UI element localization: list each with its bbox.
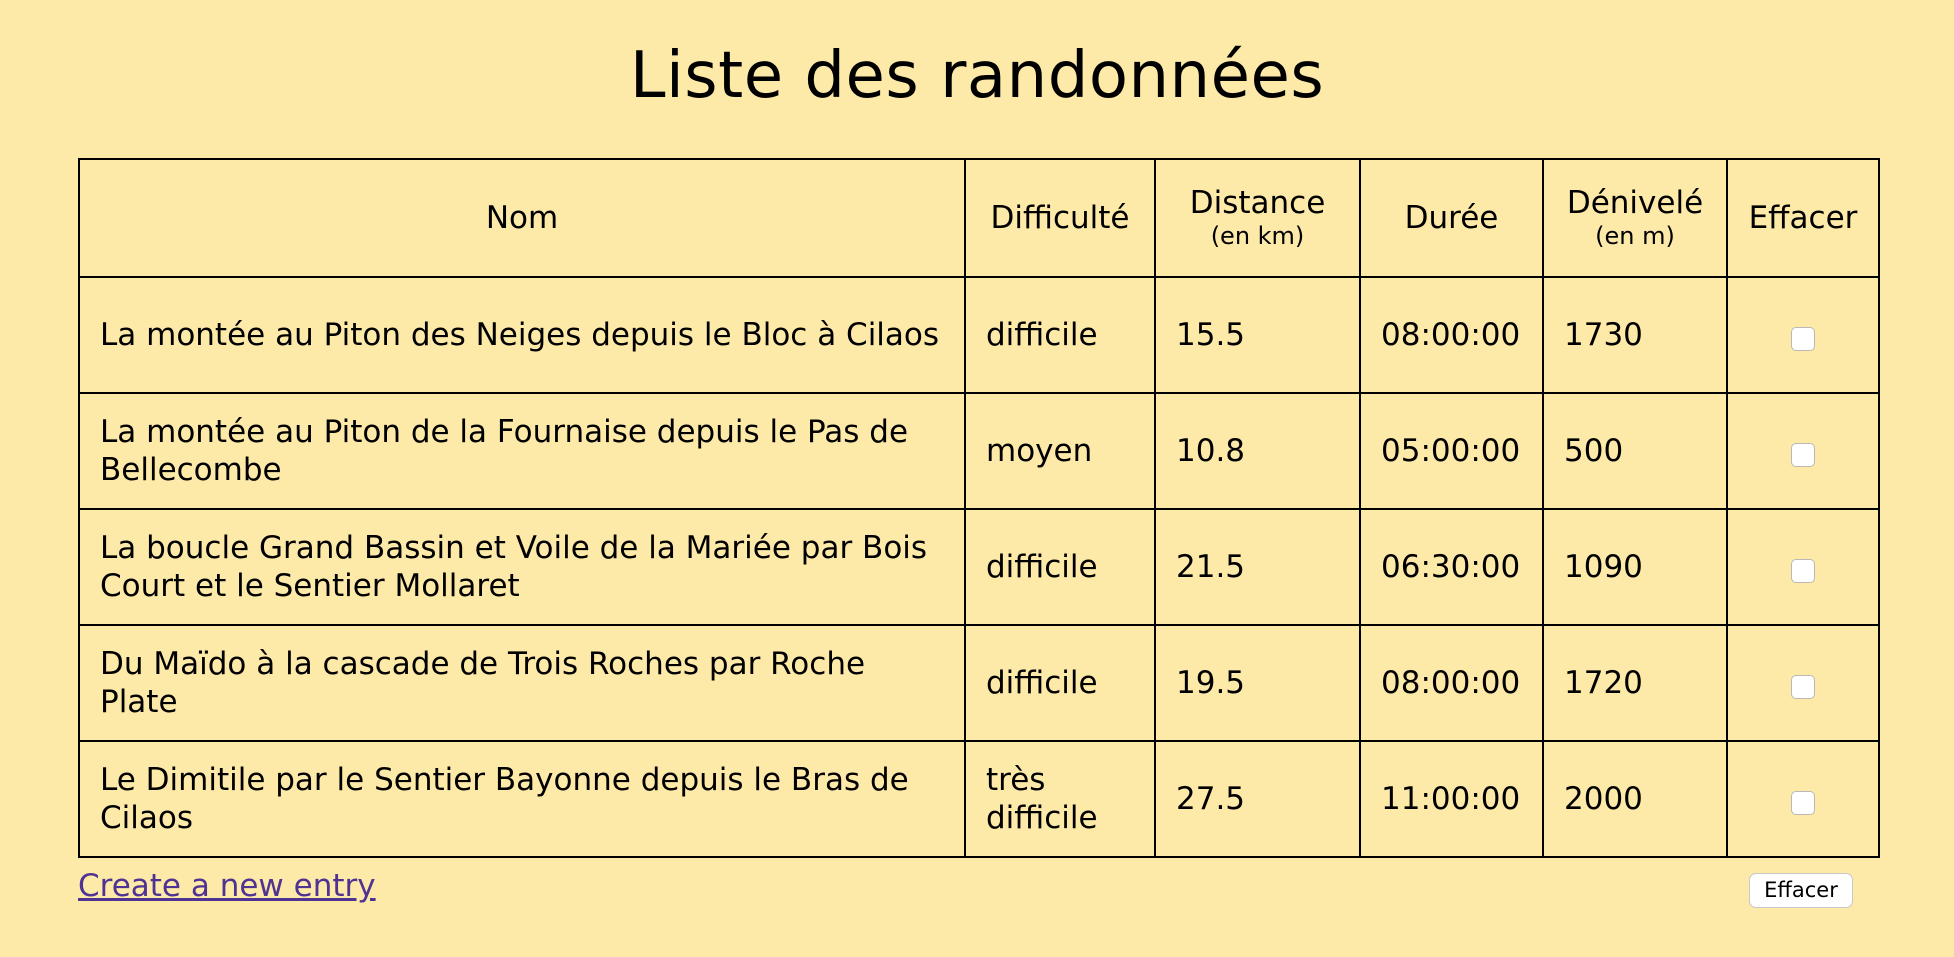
table-header-row: Nom Difficulté Distance (en km) Durée Dé… — [78, 158, 1880, 278]
hike-difficulty-cell: difficile — [964, 508, 1156, 626]
table-row: Le Dimitile par le Sentier Bayonne depui… — [78, 740, 1880, 858]
column-header-duration: Durée — [1359, 158, 1544, 278]
hike-duration-cell: 08:00:00 — [1359, 624, 1544, 742]
column-header-distance-unit: (en km) — [1210, 222, 1305, 250]
hike-distance-cell: 10.8 — [1154, 392, 1361, 510]
delete-checkbox[interactable] — [1791, 674, 1815, 699]
delete-checkbox[interactable] — [1791, 558, 1815, 583]
hike-difficulty-cell: moyen — [964, 392, 1156, 510]
hike-name-cell: La boucle Grand Bassin et Voile de la Ma… — [78, 508, 966, 626]
hike-elevation-cell: 2000 — [1542, 740, 1728, 858]
hike-duration-cell: 06:30:00 — [1359, 508, 1544, 626]
table-row: La boucle Grand Bassin et Voile de la Ma… — [78, 508, 1880, 626]
hike-difficulty-cell: très difficile — [964, 740, 1156, 858]
hike-elevation-cell: 1720 — [1542, 624, 1728, 742]
page-title: Liste des randonnées — [629, 39, 1325, 113]
hike-distance-cell: 19.5 — [1154, 624, 1361, 742]
delete-checkbox[interactable] — [1791, 790, 1815, 815]
hike-distance-cell: 27.5 — [1154, 740, 1361, 858]
create-entry-link[interactable]: Create a new entry — [78, 866, 376, 906]
column-header-distance: Distance (en km) — [1154, 158, 1361, 278]
column-header-duration-label: Durée — [1404, 200, 1499, 236]
hike-duration-cell: 08:00:00 — [1359, 276, 1544, 394]
hike-distance-cell: 15.5 — [1154, 276, 1361, 394]
hike-duration-cell: 11:00:00 — [1359, 740, 1544, 858]
hike-name-cell: La montée au Piton des Neiges depuis le … — [78, 276, 966, 394]
column-header-distance-label: Distance — [1189, 185, 1326, 221]
hike-elevation-cell: 1090 — [1542, 508, 1728, 626]
delete-checkbox[interactable] — [1791, 326, 1815, 351]
delete-cell — [1726, 508, 1880, 626]
hike-distance-cell: 21.5 — [1154, 508, 1361, 626]
column-header-elevation-unit: (en m) — [1595, 222, 1675, 250]
table-row: Du Maïdo à la cascade de Trois Roches pa… — [78, 624, 1880, 742]
hike-elevation-cell: 1730 — [1542, 276, 1728, 394]
column-header-difficulty: Difficulté — [964, 158, 1156, 278]
hike-duration-cell: 05:00:00 — [1359, 392, 1544, 510]
column-header-delete: Effacer — [1726, 158, 1880, 278]
column-header-difficulty-label: Difficulté — [990, 200, 1130, 236]
table-row: La montée au Piton de la Fournaise depui… — [78, 392, 1880, 510]
column-header-name: Nom — [78, 158, 966, 278]
hike-difficulty-cell: difficile — [964, 624, 1156, 742]
hikes-table: Nom Difficulté Distance (en km) Durée Dé… — [78, 158, 1880, 858]
column-header-elevation-label: Dénivelé — [1566, 185, 1704, 221]
column-header-elevation: Dénivelé (en m) — [1542, 158, 1728, 278]
delete-button[interactable]: Effacer — [1749, 873, 1853, 908]
hike-name-cell: Du Maïdo à la cascade de Trois Roches pa… — [78, 624, 966, 742]
column-header-name-label: Nom — [485, 200, 559, 236]
hike-difficulty-cell: difficile — [964, 276, 1156, 394]
table-row: La montée au Piton des Neiges depuis le … — [78, 276, 1880, 394]
delete-checkbox[interactable] — [1791, 442, 1815, 467]
hike-name-cell: La montée au Piton de la Fournaise depui… — [78, 392, 966, 510]
column-header-delete-label: Effacer — [1748, 200, 1858, 236]
hike-name-cell: Le Dimitile par le Sentier Bayonne depui… — [78, 740, 966, 858]
delete-cell — [1726, 276, 1880, 394]
hike-elevation-cell: 500 — [1542, 392, 1728, 510]
delete-cell — [1726, 392, 1880, 510]
delete-cell — [1726, 624, 1880, 742]
delete-cell — [1726, 740, 1880, 858]
